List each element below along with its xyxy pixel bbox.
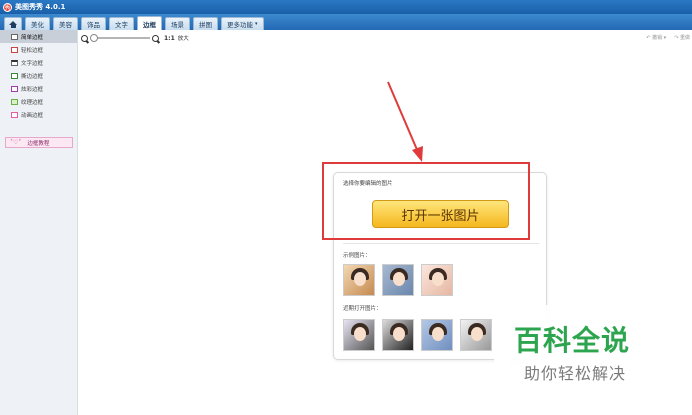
photo-face	[393, 272, 405, 286]
tab-label: 饰品	[87, 21, 100, 29]
frame-pink-icon	[11, 111, 18, 118]
undo-button[interactable]: ↶ 撤销 ▾	[646, 34, 666, 41]
history-controls: ↶ 撤销 ▾ ↷ 重做	[646, 34, 690, 41]
frame-text-icon	[11, 59, 18, 66]
tab-label: 美化	[31, 21, 44, 29]
canvas-toolbar: 1:1 放大 ↶ 撤销 ▾ ↷ 重做	[79, 30, 692, 46]
app-logo-icon: 秀	[3, 2, 12, 12]
recent-images-label: 近期打开图片：	[343, 306, 382, 312]
tab-more-features[interactable]: 更多功能 ▾	[221, 17, 264, 30]
photo-face	[432, 327, 444, 341]
tab-label: 文字	[115, 21, 128, 29]
sidebar-item-label: 文字边框	[21, 60, 44, 67]
zoom-slider-handle[interactable]	[90, 34, 98, 42]
tab-home[interactable]	[4, 17, 22, 30]
tab-label: 拼图	[199, 21, 212, 29]
annotation-arrow-icon	[387, 81, 423, 162]
sidebar-item-label: 简单边框	[21, 34, 44, 41]
zoom-slider[interactable]	[90, 34, 150, 42]
sidebar-item-label: 撕边边框	[21, 73, 44, 80]
sidebar-item-text-frame[interactable]: 文字边框	[0, 56, 77, 69]
sidebar-item-label: 炫彩边框	[21, 86, 44, 93]
sample-image-thumbnail[interactable]	[382, 264, 414, 296]
frame-tutorial-button[interactable]: ˂♡˃ 边框教程	[5, 137, 73, 148]
tab-accessories[interactable]: 饰品	[81, 17, 106, 30]
frame-category-sidebar: 简单边框 轻松边框 文字边框 撕边边框 炫彩边框 纹理边框 动画边框 ˂♡˃ 边…	[0, 30, 78, 415]
redo-label: 重做	[679, 35, 690, 41]
tutorial-icon: ˂♡˃	[10, 139, 22, 146]
annotation-highlight-box	[322, 162, 530, 240]
photo-face	[471, 327, 483, 341]
photo-face	[354, 272, 366, 286]
tab-label: 边框	[143, 20, 156, 29]
frame-texture-icon	[11, 98, 18, 105]
sidebar-item-easy-frame[interactable]: 轻松边框	[0, 43, 77, 56]
tab-label: 场景	[171, 21, 184, 29]
sidebar-item-colorful-frame[interactable]: 炫彩边框	[0, 82, 77, 95]
sidebar-item-label: 轻松边框	[21, 47, 44, 54]
home-icon	[9, 20, 17, 28]
tab-label: 更多功能	[227, 21, 253, 29]
sample-images-label: 示例图片：	[343, 253, 371, 259]
tutorial-label: 边框教程	[27, 140, 50, 147]
tab-scenes[interactable]: 场景	[165, 17, 190, 30]
main-tab-bar: 美化 美容 饰品 文字 边框 场景 拼图 更多功能 ▾	[0, 14, 692, 30]
divider	[343, 243, 539, 244]
photo-face	[354, 327, 366, 341]
redo-button[interactable]: ↷ 重做	[674, 34, 690, 41]
frame-green-icon	[11, 72, 18, 79]
sidebar-item-animated-frame[interactable]: 动画边框	[0, 108, 77, 121]
watermark-title: 百科全说	[514, 324, 631, 357]
sample-image-thumbnail[interactable]	[343, 264, 375, 296]
tab-frames[interactable]: 边框	[137, 16, 162, 30]
photo-face	[393, 327, 405, 341]
tab-text[interactable]: 文字	[109, 17, 134, 30]
recent-image-thumbnail[interactable]	[460, 319, 492, 351]
sidebar-item-label: 纹理边框	[21, 99, 44, 106]
zoom-max-button[interactable]: 放大	[178, 34, 189, 42]
recent-images-list	[343, 319, 492, 351]
zoom-ratio: 1:1	[164, 34, 175, 42]
zoom-in-icon[interactable]	[152, 34, 159, 42]
frame-red-icon	[11, 46, 18, 53]
tab-beautify[interactable]: 美化	[25, 17, 50, 30]
sidebar-item-simple-frame[interactable]: 简单边框	[0, 30, 77, 43]
watermark-subtitle: 助你轻松解决	[524, 364, 627, 383]
chevron-down-icon: ▾	[255, 21, 258, 27]
recent-image-thumbnail[interactable]	[343, 319, 375, 351]
sample-images-list	[343, 264, 453, 296]
title-bar: 秀 美图秀秀 4.0.1	[0, 0, 692, 14]
sidebar-item-torn-frame[interactable]: 撕边边框	[0, 69, 77, 82]
tab-collage[interactable]: 拼图	[193, 17, 218, 30]
sample-image-thumbnail[interactable]	[421, 264, 453, 296]
frame-icon	[11, 33, 18, 40]
sidebar-item-texture-frame[interactable]: 纹理边框	[0, 95, 77, 108]
zoom-actual-size-button[interactable]: 1:1	[164, 35, 175, 42]
frame-purple-icon	[11, 85, 18, 92]
watermark: 百科全说 助你轻松解决	[494, 305, 668, 389]
photo-face	[432, 272, 444, 286]
zoom-out-icon[interactable]	[81, 34, 88, 42]
recent-image-thumbnail[interactable]	[382, 319, 414, 351]
undo-label: 撤销	[652, 35, 663, 41]
app-title: 美图秀秀 4.0.1	[15, 3, 66, 11]
recent-image-thumbnail[interactable]	[421, 319, 453, 351]
tab-label: 美容	[59, 21, 72, 29]
tab-retouch[interactable]: 美容	[53, 17, 78, 30]
sidebar-item-label: 动画边框	[21, 112, 44, 119]
